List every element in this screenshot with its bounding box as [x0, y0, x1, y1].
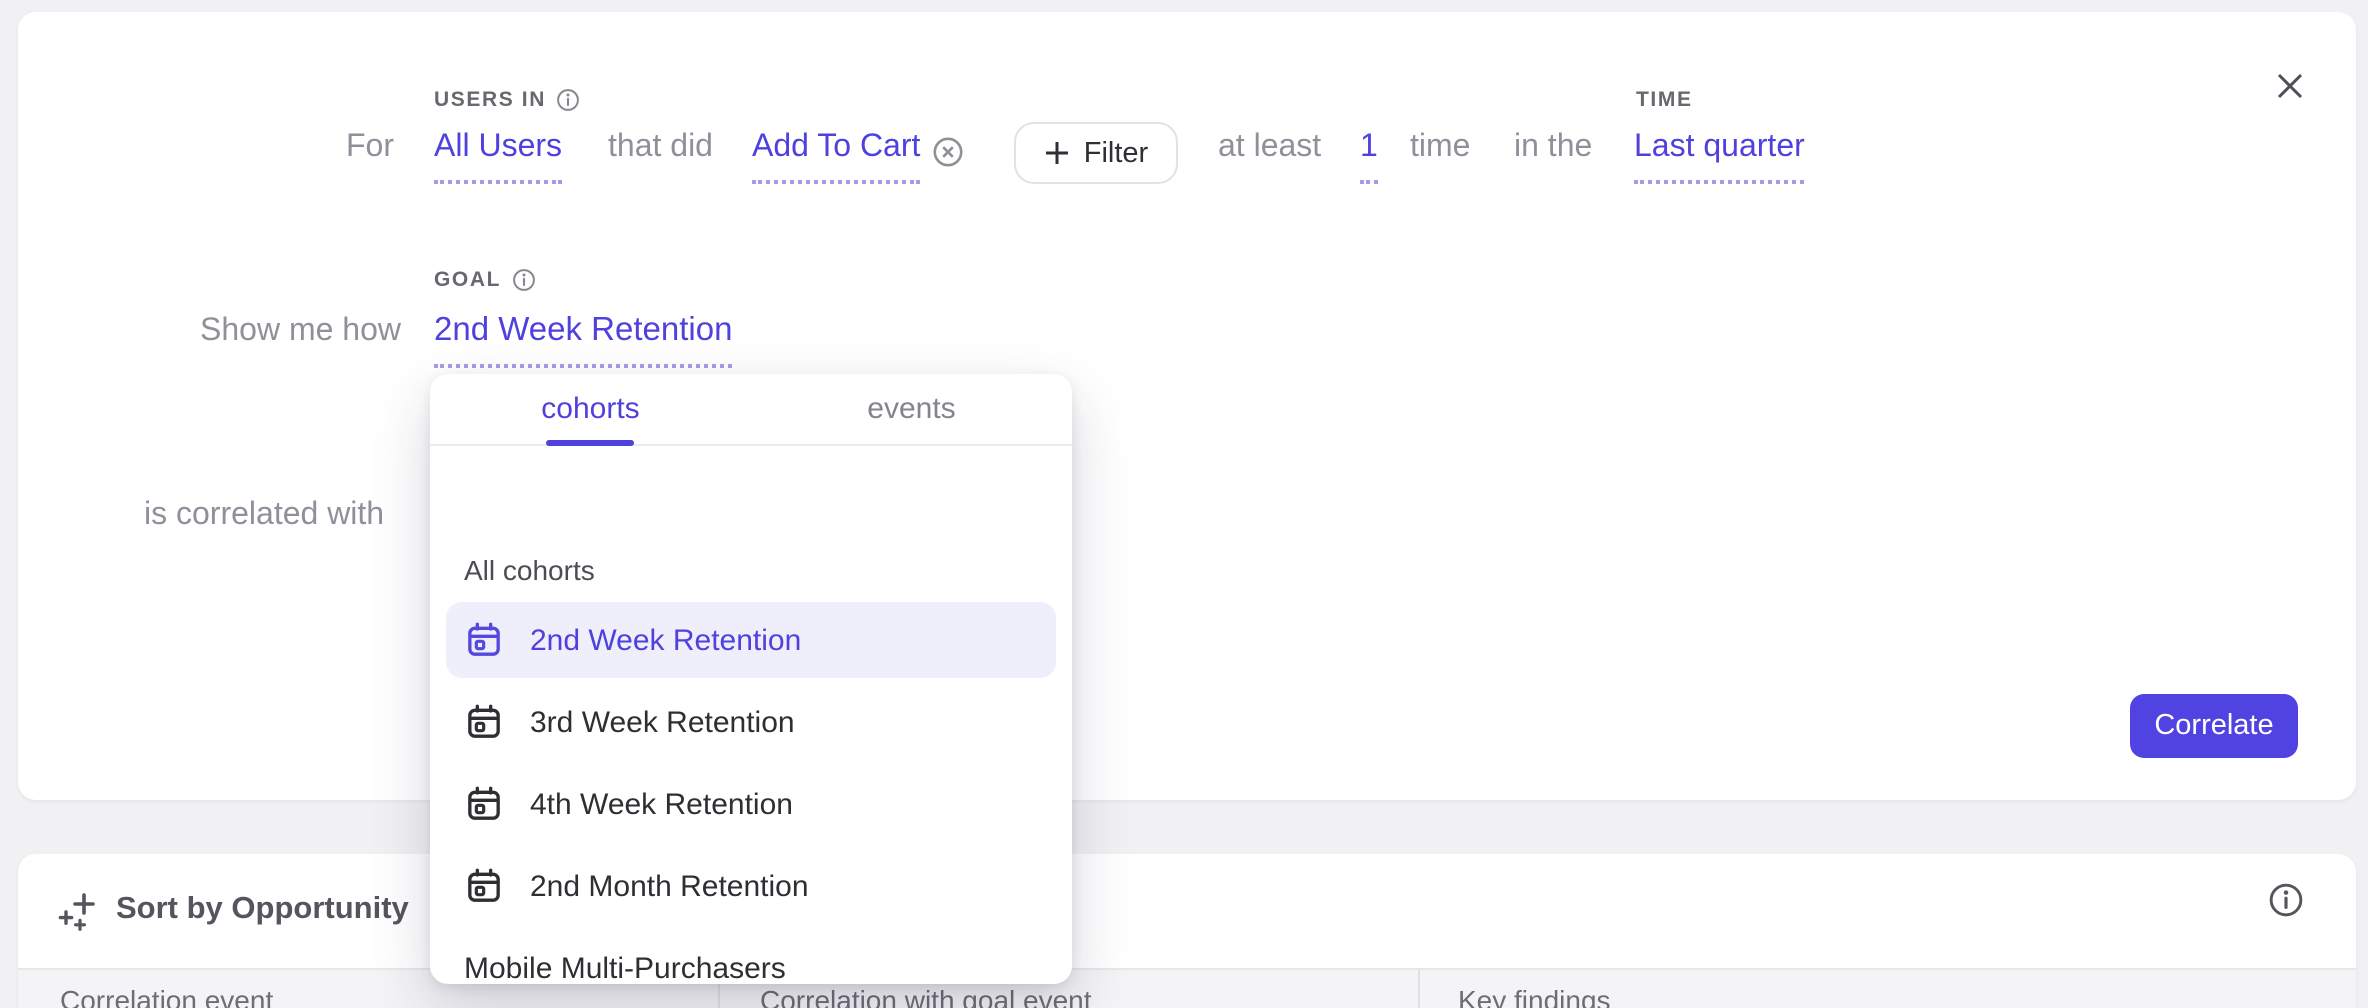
plus-icon — [1044, 140, 1070, 166]
cohort-picker-dropdown: cohorts events All cohorts 2nd Week Rete… — [430, 374, 1072, 984]
results-info-button[interactable] — [2268, 882, 2304, 918]
calendar-icon — [464, 702, 504, 742]
add-filter-button[interactable]: Filter — [1014, 122, 1178, 184]
time-label-text: TIME — [1636, 88, 1693, 112]
list-item-2nd-week-retention[interactable]: 2nd Week Retention — [446, 602, 1056, 678]
times-value-link[interactable]: 1 — [1360, 130, 1378, 184]
column-header-correlation-with-goal-event: Correlation with goal event — [760, 984, 1092, 1008]
time-unit-label: time — [1410, 130, 1470, 166]
close-button[interactable] — [2270, 66, 2310, 106]
users-value-link[interactable]: All Users — [434, 130, 562, 184]
at-least-label: at least — [1218, 130, 1321, 166]
info-icon[interactable] — [511, 268, 535, 292]
dropdown-list: All cohorts 2nd Week Retention 3rd Week … — [430, 446, 1072, 984]
list-item-label: 4th Week Retention — [530, 787, 793, 821]
info-icon[interactable] — [556, 88, 580, 112]
list-item-4th-week-retention[interactable]: 4th Week Retention — [446, 766, 1056, 842]
is-correlated-with-label: is correlated with — [144, 498, 384, 534]
that-did-label: that did — [608, 130, 713, 166]
list-item-2nd-month-retention[interactable]: 2nd Month Retention — [446, 848, 1056, 924]
column-header-correlation-event: Correlation event — [60, 984, 273, 1008]
time-range-link[interactable]: Last quarter — [1634, 130, 1805, 184]
results-card: Sort by Opportunity Correlation event Co… — [18, 854, 2356, 1008]
column-divider — [1418, 970, 1420, 1008]
list-item-3rd-week-retention[interactable]: 3rd Week Retention — [446, 684, 1056, 760]
sort-by-opportunity-label: Sort by Opportunity — [116, 892, 409, 928]
time-label: TIME — [1636, 88, 1693, 112]
list-item-label: 2nd Month Retention — [530, 869, 809, 903]
goal-label: GOAL — [434, 268, 535, 292]
list-item-label: Mobile Multi-Purchasers — [464, 951, 786, 984]
event-value-link[interactable]: Add To Cart — [752, 130, 920, 184]
users-in-label-text: USERS IN — [434, 88, 546, 112]
in-the-label: in the — [1514, 130, 1592, 166]
dropdown-tabbar: cohorts events — [430, 374, 1072, 446]
goal-label-text: GOAL — [434, 268, 501, 292]
list-item-label: 2nd Week Retention — [530, 623, 801, 657]
filter-button-label: Filter — [1084, 137, 1148, 169]
tab-events[interactable]: events — [751, 374, 1072, 444]
remove-event-icon[interactable] — [932, 136, 964, 168]
screen: USERS IN TIME For All Users that did Add… — [0, 0, 2368, 1008]
calendar-icon — [464, 784, 504, 824]
list-item-label: 3rd Week Retention — [530, 705, 795, 739]
users-in-label: USERS IN — [434, 88, 580, 112]
sort-by-opportunity-button[interactable]: Sort by Opportunity — [58, 882, 409, 938]
goal-value-link[interactable]: 2nd Week Retention — [434, 312, 732, 368]
for-label: For — [346, 130, 394, 166]
correlate-button[interactable]: Correlate — [2130, 694, 2298, 758]
info-icon — [2268, 882, 2304, 918]
calendar-icon — [464, 866, 504, 906]
column-header-key-findings: Key findings — [1458, 984, 1611, 1008]
sort-sparkle-plus-icon — [58, 889, 100, 931]
show-me-how-label: Show me how — [200, 314, 401, 350]
results-table-header: Correlation event Correlation with goal … — [18, 968, 2356, 1008]
close-icon — [2274, 70, 2306, 102]
list-item-mobile-multi-purchasers[interactable]: Mobile Multi-Purchasers — [446, 930, 1056, 984]
calendar-icon — [464, 620, 504, 660]
tab-cohorts[interactable]: cohorts — [430, 374, 751, 444]
dropdown-section-header: All cohorts — [464, 554, 595, 586]
